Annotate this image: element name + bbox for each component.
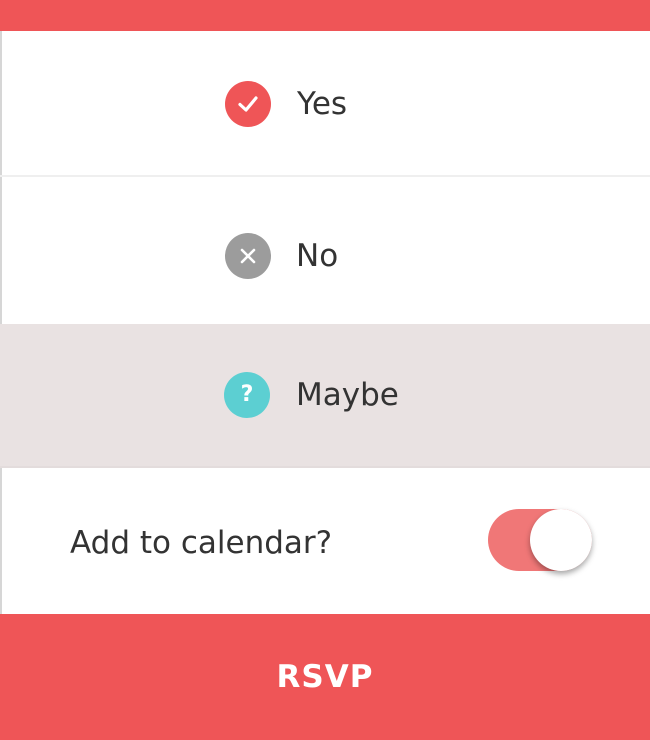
header-bar bbox=[0, 0, 650, 31]
add-to-calendar-label: Add to calendar? bbox=[70, 525, 333, 561]
option-no[interactable]: No bbox=[0, 177, 650, 324]
check-icon bbox=[225, 81, 271, 127]
option-no-label: No bbox=[296, 238, 339, 274]
question-icon: ? bbox=[224, 372, 270, 418]
toggle-knob[interactable] bbox=[530, 509, 592, 571]
option-maybe[interactable]: ? Maybe bbox=[0, 324, 650, 468]
option-maybe-label: Maybe bbox=[296, 377, 399, 413]
question-glyph: ? bbox=[240, 382, 254, 407]
option-yes-label: Yes bbox=[297, 86, 348, 122]
add-to-calendar-row: Add to calendar? bbox=[0, 470, 650, 614]
close-icon bbox=[225, 233, 271, 279]
rsvp-button[interactable]: RSVP bbox=[0, 614, 650, 740]
add-to-calendar-toggle[interactable] bbox=[488, 509, 592, 571]
option-yes[interactable]: Yes bbox=[0, 31, 650, 177]
